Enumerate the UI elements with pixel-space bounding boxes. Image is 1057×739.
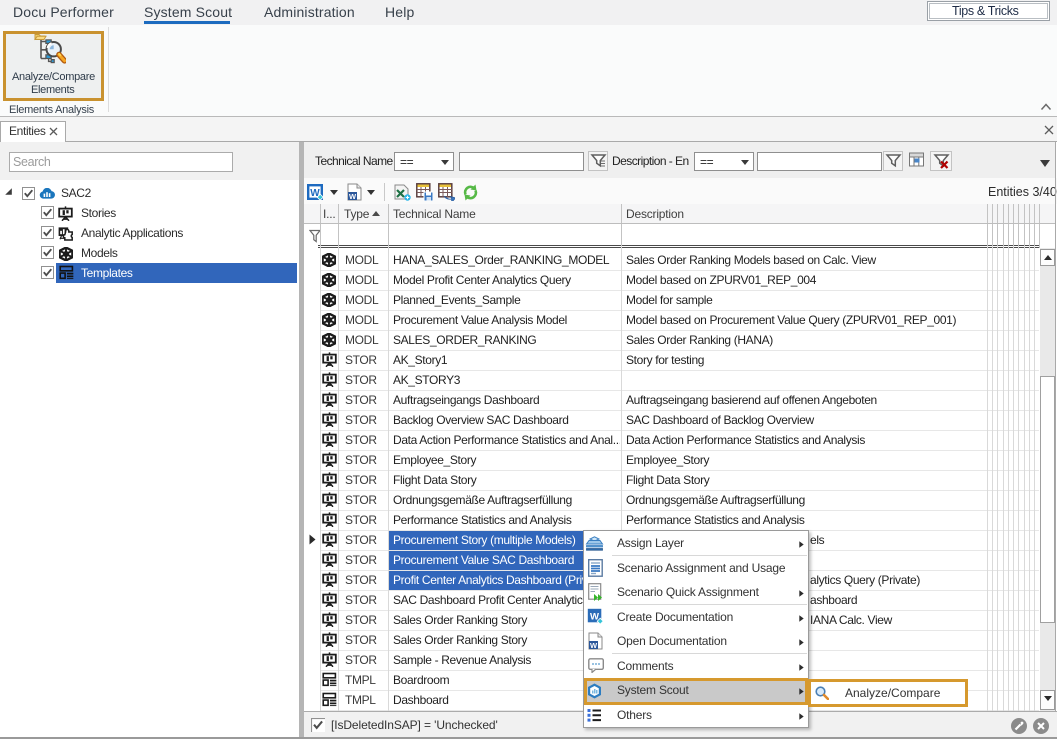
svg-text:W: W (349, 192, 357, 201)
svg-text:W: W (590, 641, 598, 650)
